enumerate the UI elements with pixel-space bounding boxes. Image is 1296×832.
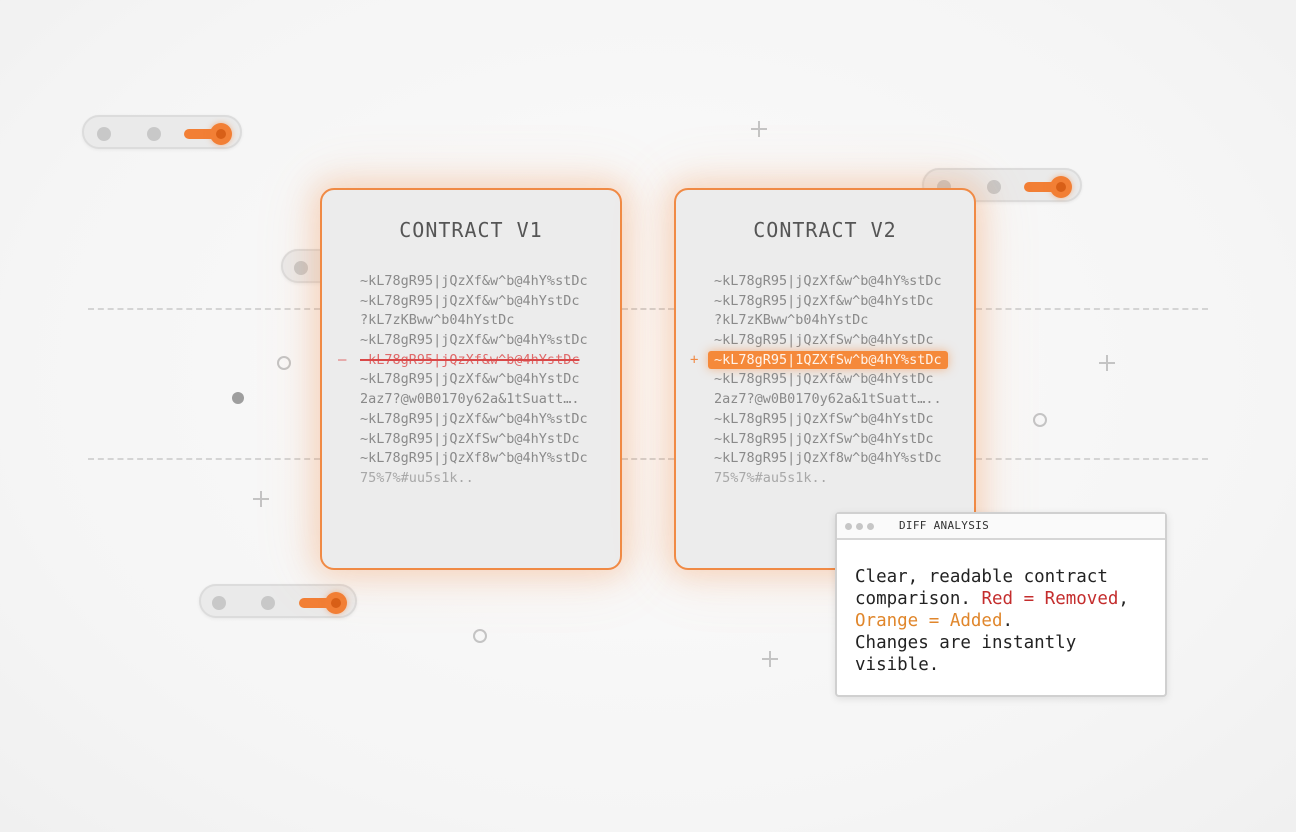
panel-line: Changes are instantly — [855, 633, 1077, 653]
toggle-knob-icon[interactable] — [325, 592, 347, 614]
panel-line: Clear, readable contract — [855, 567, 1108, 587]
code-line: 75%7%#uu5s1k.. — [360, 469, 474, 486]
plus-icon — [1099, 355, 1115, 371]
panel-line: comparison. Red = Removed, — [855, 588, 1160, 610]
code-line: ~kL78gR95|jQzXfSw^b@4hYstDc — [714, 332, 934, 349]
code-line: ~kL78gR95|jQzXf8w^b@4hY%stDc — [714, 450, 942, 467]
panel-text: comparison. — [855, 589, 982, 609]
dashed-guide-line — [976, 458, 1208, 460]
code-line: ~kL78gR95|jQzXf&w^b@4hYstDc — [714, 292, 934, 309]
dashed-guide-line — [976, 308, 1208, 310]
panel-line: Orange = Added. — [855, 610, 1160, 632]
ring-icon — [277, 356, 291, 370]
code-lines: ~kL78gR95|jQzXf&w^b@4hY%stDc ~kL78gR95|j… — [708, 272, 964, 489]
code-line: ~kL78gR95|jQzXf8w^b@4hY%stDc — [360, 450, 588, 467]
minus-icon: – — [338, 352, 347, 368]
added-legend: Orange = Added — [855, 611, 1003, 631]
code-line: ~kL78gR95|jQzXf&w^b@4hYstDc — [360, 371, 580, 388]
dashed-guide-line — [88, 458, 320, 460]
toggle-dot-icon — [147, 127, 161, 141]
code-line: ~kL78gR95|jQzXfSw^b@4hYstDc — [360, 430, 580, 447]
plus-icon — [751, 121, 767, 137]
dashed-guide-line — [622, 458, 674, 460]
added-line-text: ~kL78gR95|1QZXfSw^b@4hY%stDc — [708, 350, 948, 369]
code-line: ~kL78gR95|jQzXf&w^b@4hYstDc — [714, 371, 934, 388]
card-title: CONTRACT V2 — [753, 218, 897, 242]
removed-legend: Red = Removed — [981, 589, 1119, 609]
code-line: 2az7?@w0B0170y62a&1tSuatt…. — [360, 391, 580, 408]
ring-icon — [1033, 413, 1047, 427]
window-title: DIFF ANALYSIS — [899, 519, 989, 532]
panel-text: . — [1002, 611, 1014, 631]
toggle-knob-icon[interactable] — [1050, 176, 1072, 198]
window-dot-icon[interactable] — [845, 523, 852, 530]
dashed-guide-line — [622, 308, 674, 310]
toggle-dot-icon — [294, 261, 308, 275]
plus-icon — [762, 651, 778, 667]
code-line: ~kL78gR95|jQzXf&w^b@4hY%stDc — [360, 273, 588, 289]
code-line: ?kL7zKBww^b04hYstDc — [714, 312, 869, 329]
code-lines: ~kL78gR95|jQzXf&w^b@4hY%stDc ~kL78gR95|j… — [360, 272, 610, 489]
code-line: ~kL78gR95|jQzXf&w^b@4hY%stDc — [360, 332, 588, 349]
dashed-guide-line — [88, 308, 320, 310]
plus-sign-icon: + — [690, 352, 699, 368]
toggle-knob-icon[interactable] — [210, 123, 232, 145]
toggle-slider-3[interactable] — [199, 584, 357, 618]
code-line: ~kL78gR95|jQzXfSw^b@4hYstDc — [714, 430, 934, 447]
code-line: 75%7%#au5s1k.. — [714, 469, 828, 486]
canvas: CONTRACT V1 ~kL78gR95|jQzXf&w^b@4hY%stDc… — [0, 0, 1296, 832]
panel-text: , — [1118, 589, 1129, 609]
toggle-slider-1[interactable] — [82, 115, 242, 149]
ring-icon — [473, 629, 487, 643]
code-line: ~kL78gR95|jQzXf&w^b@4hY%stDc — [714, 273, 942, 289]
contract-card-v1: CONTRACT V1 ~kL78gR95|jQzXf&w^b@4hY%stDc… — [320, 188, 622, 570]
toggle-dot-icon — [987, 180, 1001, 194]
code-line: 2az7?@w0B0170y62a&1tSuatt….. — [714, 391, 942, 408]
card-title: CONTRACT V1 — [399, 218, 543, 242]
plus-icon — [253, 491, 269, 507]
toggle-dot-icon — [212, 596, 226, 610]
toggle-dot-icon — [261, 596, 275, 610]
added-line: ~kL78gR95|1QZXfSw^b@4hY%stDc — [708, 350, 964, 371]
window-dot-icon[interactable] — [867, 523, 874, 530]
window-dot-icon[interactable] — [856, 523, 863, 530]
panel-line: visible. — [855, 655, 940, 675]
toggle-dot-icon — [97, 127, 111, 141]
code-line: ~kL78gR95|jQzXfSw^b@4hYstDc — [714, 410, 934, 427]
code-line: ?kL7zKBww^b04hYstDc — [360, 312, 515, 329]
removed-line: ~kL78gR95|jQzXf&w^b@4hYstDc — [360, 351, 580, 368]
diff-analysis-text: Clear, readable contract comparison. Red… — [855, 566, 1160, 676]
code-line: ~kL78gR95|jQzXf&w^b@4hYstDc — [360, 292, 580, 309]
window-titlebar: DIFF ANALYSIS — [837, 514, 1165, 540]
code-line: ~kL78gR95|jQzXf&w^b@4hY%stDc — [360, 410, 588, 427]
diff-analysis-window: DIFF ANALYSIS Clear, readable contract c… — [835, 512, 1167, 697]
dot-icon — [232, 392, 244, 404]
